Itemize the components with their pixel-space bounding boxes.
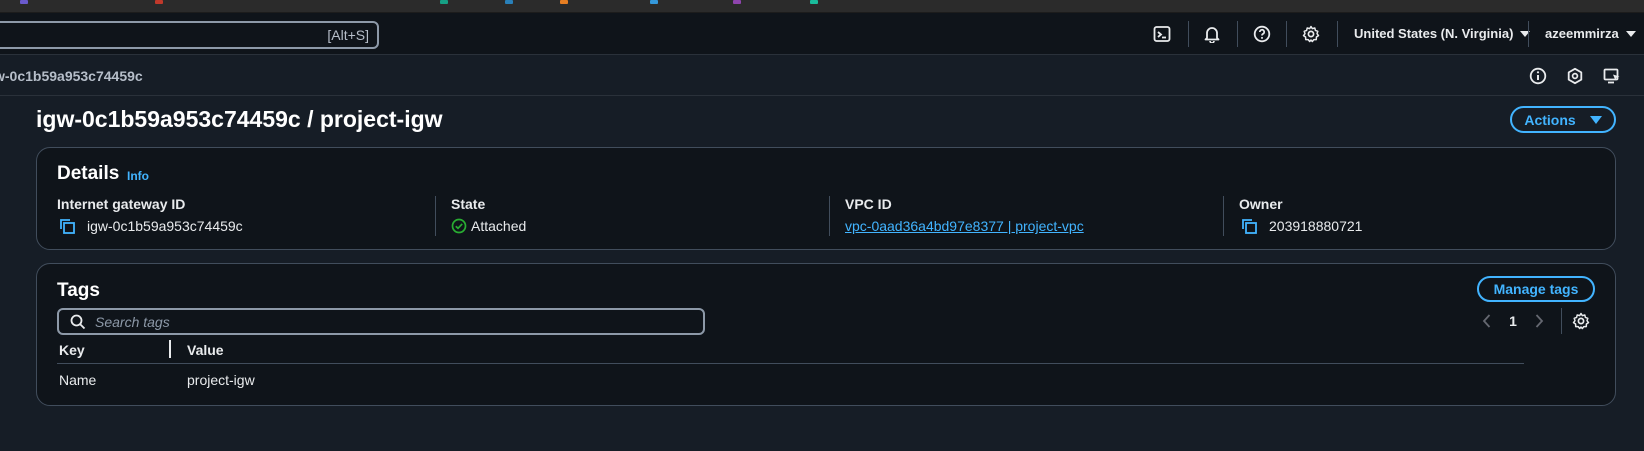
- status-badge: Attached: [451, 216, 811, 236]
- details-title: Details: [57, 163, 120, 184]
- state-label: State: [451, 196, 486, 212]
- chevron-right-icon[interactable]: [1529, 311, 1549, 331]
- bookmark-icon[interactable]: [155, 0, 163, 4]
- divider: [1188, 21, 1189, 47]
- bookmark-icon[interactable]: [560, 0, 568, 4]
- bell-icon[interactable]: [1202, 24, 1222, 44]
- breadcrumb-current: w-0c1b59a953c74459c: [0, 68, 143, 84]
- owner-label: Owner: [1239, 196, 1283, 212]
- search-shortcut-hint: [Alt+S]: [327, 27, 369, 43]
- state-value: Attached: [471, 218, 527, 234]
- help-icon[interactable]: [1252, 24, 1272, 44]
- feedback-icon[interactable]: [1565, 66, 1585, 86]
- column-divider: [435, 196, 436, 236]
- region-label: United States (N. Virginia): [1354, 26, 1514, 41]
- actions-button-label: Actions: [1524, 111, 1576, 128]
- chevron-left-icon[interactable]: [1477, 311, 1497, 331]
- igw-id-label: Internet gateway ID: [57, 196, 186, 212]
- tags-table-header: Key Value: [57, 340, 1524, 364]
- page-title: igw-0c1b59a953c74459c / project-igw: [36, 106, 443, 132]
- gear-icon[interactable]: [1570, 310, 1592, 332]
- owner-value: 203918880721: [1269, 218, 1363, 234]
- search-icon: [69, 313, 87, 336]
- search-tags-input[interactable]: [95, 312, 685, 332]
- column-resizer[interactable]: [169, 340, 171, 358]
- bookmark-icon[interactable]: [810, 0, 818, 4]
- table-row: Name project-igw: [57, 372, 1524, 392]
- account-name: azeemmirza: [1545, 26, 1619, 41]
- copy-icon[interactable]: [1239, 216, 1259, 236]
- vpc-id-label: VPC ID: [845, 196, 892, 212]
- bookmark-icon[interactable]: [20, 0, 28, 4]
- global-search-input[interactable]: [Alt+S]: [0, 21, 379, 49]
- screen-share-icon[interactable]: [1602, 66, 1622, 86]
- actions-button[interactable]: Actions: [1510, 106, 1616, 133]
- divider: [1561, 308, 1562, 334]
- info-link[interactable]: Info: [127, 169, 149, 183]
- region-selector[interactable]: United States (N. Virginia): [1354, 26, 1531, 41]
- tag-key: Name: [59, 372, 97, 388]
- manage-tags-label: Manage tags: [1493, 281, 1579, 297]
- info-icon[interactable]: [1528, 66, 1548, 86]
- account-menu[interactable]: azeemmirza: [1545, 26, 1636, 41]
- bookmark-icon[interactable]: [505, 0, 513, 4]
- divider: [1528, 21, 1529, 47]
- check-circle-icon: [451, 218, 467, 234]
- owner-field: Owner 203918880721: [1223, 196, 1599, 236]
- vpc-id-link[interactable]: vpc-0aad36a4bd97e8377 | project-vpc: [845, 218, 1084, 234]
- vpc-id-field: VPC ID vpc-0aad36a4bd97e8377 | project-v…: [829, 196, 1205, 236]
- search-tags-field: [57, 308, 705, 335]
- manage-tags-button[interactable]: Manage tags: [1477, 276, 1595, 302]
- state-field: State Attached: [435, 196, 811, 236]
- breadcrumb-bar: w-0c1b59a953c74459c: [0, 56, 1644, 96]
- cloudshell-icon[interactable]: [1152, 24, 1172, 44]
- bookmark-icon[interactable]: [650, 0, 658, 4]
- tags-title: Tags: [57, 280, 100, 301]
- chevron-down-icon: [1625, 31, 1636, 37]
- igw-id-field: Internet gateway ID igw-0c1b59a953c74459…: [57, 196, 417, 236]
- column-divider: [1223, 196, 1224, 236]
- igw-id-value: igw-0c1b59a953c74459c: [87, 218, 243, 234]
- divider: [1337, 21, 1338, 47]
- column-divider: [829, 196, 830, 236]
- pagination: 1: [1477, 308, 1592, 334]
- divider: [1237, 21, 1238, 47]
- tag-value: project-igw: [187, 372, 255, 388]
- caret-down-icon: [1589, 115, 1602, 124]
- divider: [1286, 21, 1287, 47]
- details-panel: Details Info Internet gateway ID igw-0c1…: [36, 147, 1616, 250]
- column-header-value[interactable]: Value: [187, 342, 224, 358]
- page-number[interactable]: 1: [1497, 313, 1529, 329]
- browser-bookmarks-strip: [0, 0, 1644, 13]
- copy-icon[interactable]: [57, 216, 77, 236]
- bookmark-icon[interactable]: [733, 0, 741, 4]
- gear-icon[interactable]: [1301, 24, 1321, 44]
- column-header-key[interactable]: Key: [59, 342, 85, 358]
- bookmark-icon[interactable]: [440, 0, 448, 4]
- tags-panel: Tags Manage tags 1 Key Value Name projec…: [36, 263, 1616, 406]
- top-navigation-bar: [Alt+S] United States (N. Virginia) azee…: [0, 13, 1644, 55]
